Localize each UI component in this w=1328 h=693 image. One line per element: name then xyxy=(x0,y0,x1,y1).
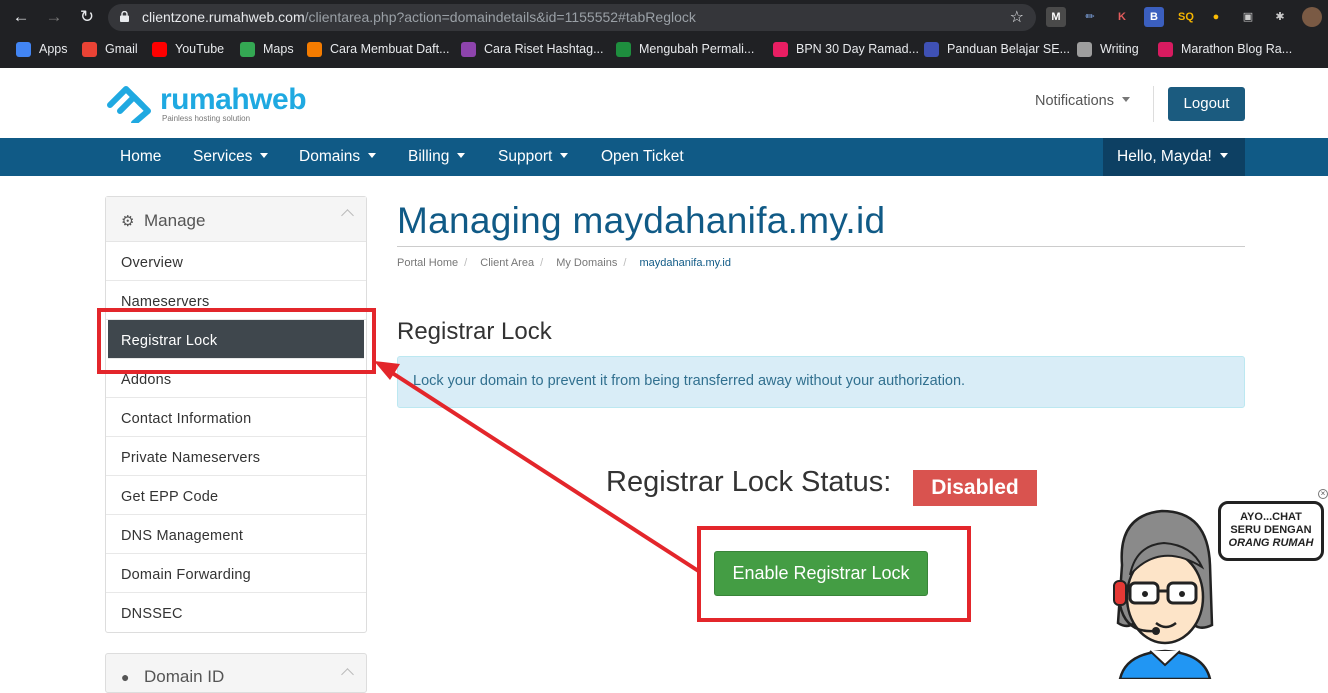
chat-line-3: ORANG RUMAH xyxy=(1228,537,1314,549)
close-icon[interactable]: × xyxy=(1318,489,1328,499)
chat-line-2: SERU DENGAN xyxy=(1230,524,1312,536)
chat-line-1: AYO...CHAT xyxy=(1240,511,1302,523)
chat-speech-bubble[interactable]: AYO...CHAT SERU DENGAN ORANG RUMAH xyxy=(1218,501,1324,561)
chat-avatar-illustration xyxy=(1113,509,1214,679)
